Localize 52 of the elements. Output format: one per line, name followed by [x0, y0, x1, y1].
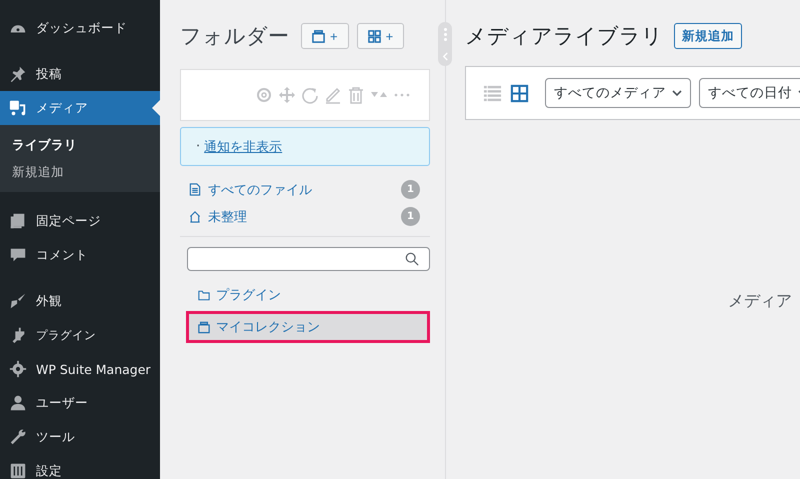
collection-icon — [198, 320, 210, 334]
collection-icon — [312, 30, 325, 42]
pages-icon — [9, 212, 27, 230]
document-icon — [189, 183, 201, 196]
menu-item[interactable]: ツール — [0, 420, 160, 454]
search-icon — [405, 252, 419, 266]
trash-icon[interactable] — [347, 86, 365, 104]
panel-title: フォルダー — [180, 23, 289, 50]
menu-item[interactable]: WP Suite Manager — [0, 352, 160, 386]
menu-item[interactable]: プラグイン — [0, 318, 160, 352]
move-icon[interactable] — [278, 86, 296, 104]
empty-message: メディア — [728, 291, 793, 312]
grid-icon — [368, 30, 381, 42]
new-folder-button[interactable]: + — [356, 23, 404, 49]
menu-item[interactable]: 外観 — [0, 284, 160, 318]
filter-dropdown[interactable]: すべての日付 — [699, 78, 800, 108]
menu-item[interactable]: ダッシュボード — [0, 11, 160, 45]
hide-notice-link[interactable]: 通知を非表示 — [204, 138, 282, 156]
chevron-down-icon — [672, 90, 682, 96]
menu-item[interactable]: メディア — [0, 91, 160, 125]
filter-dropdown[interactable]: すべてのメディア — [545, 78, 691, 108]
folder-link[interactable]: すべてのファイル — [208, 180, 394, 198]
pin-icon — [9, 65, 27, 83]
menu-item[interactable]: 投稿 — [0, 57, 160, 91]
folder-link[interactable]: 未整理 — [208, 208, 394, 226]
house-icon — [189, 210, 201, 223]
menu-item[interactable]: 固定ページ — [0, 204, 160, 238]
speech-bubble-icon — [9, 246, 27, 264]
wrench-icon — [9, 428, 27, 446]
add-new-button[interactable]: 新規追加 — [674, 23, 742, 49]
list-view-icon[interactable] — [483, 84, 502, 102]
menu-item[interactable]: コメント — [0, 238, 160, 272]
person-icon — [9, 394, 27, 412]
menu-item[interactable]: 設定 — [0, 454, 160, 479]
count-badge: 1 — [401, 180, 420, 199]
count-badge: 1 — [401, 207, 420, 226]
submenu-item[interactable]: 新規追加 — [0, 159, 160, 186]
folder-icon — [198, 288, 210, 302]
new-collection-button[interactable]: + — [301, 23, 349, 49]
bullet: · — [196, 139, 200, 154]
submenu-item[interactable]: ライブラリ — [0, 132, 160, 159]
pencil-icon[interactable] — [324, 86, 342, 104]
menu-item[interactable]: ユーザー — [0, 386, 160, 420]
page-title: メディアライブラリ — [465, 23, 663, 50]
settings-icon[interactable] — [255, 86, 273, 104]
folder-item[interactable]: プラグイン — [186, 279, 430, 311]
folder-item[interactable]: マイコレクション — [186, 311, 430, 343]
search-field[interactable] — [187, 247, 430, 271]
media-icon — [9, 99, 27, 117]
grid-view-icon[interactable] — [510, 84, 529, 102]
refresh-icon[interactable] — [301, 86, 319, 104]
resize-handle[interactable] — [438, 22, 452, 66]
